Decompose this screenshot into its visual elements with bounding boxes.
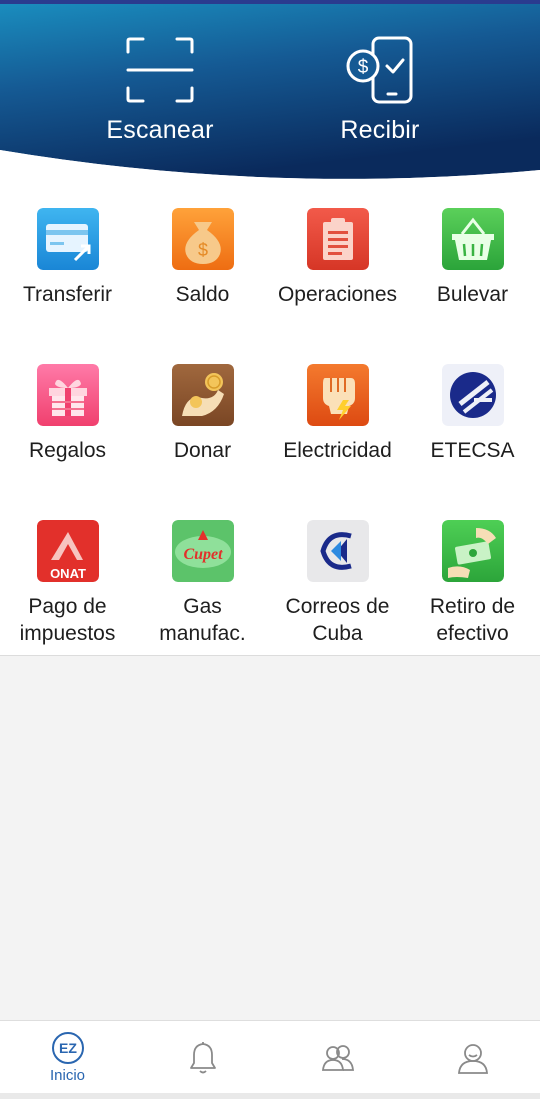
service-regalos[interactable]: Regalos: [0, 346, 135, 496]
scan-button[interactable]: Escanear: [80, 36, 240, 146]
service-saldo[interactable]: $ Saldo: [135, 190, 270, 340]
service-label: Operaciones: [277, 283, 398, 306]
system-nav-strip: [0, 1093, 540, 1099]
svg-text:$: $: [358, 57, 369, 78]
onat-logo-icon: ONAT: [36, 520, 99, 582]
service-etecsa[interactable]: ETECSA: [405, 346, 540, 496]
receive-button[interactable]: $ Recibir: [300, 36, 460, 146]
service-label: Correos de Cuba: [285, 595, 390, 645]
nav-home[interactable]: EZ Inicio: [0, 1021, 135, 1094]
money-bag-icon: $: [171, 208, 234, 270]
home-icon: EZ: [51, 1032, 84, 1064]
nav-profile[interactable]: [405, 1021, 540, 1094]
service-electricidad[interactable]: Electricidad: [270, 346, 405, 496]
service-gas[interactable]: Cupet Gas manufac.: [135, 502, 270, 652]
nav-contacts[interactable]: [270, 1021, 405, 1094]
contacts-icon: [321, 1045, 354, 1071]
correos-logo-icon: [306, 520, 369, 582]
nav-notifications[interactable]: [135, 1021, 270, 1094]
service-label: Saldo: [175, 283, 230, 306]
status-bar-line: [0, 0, 540, 4]
service-label: Retiro de efectivo: [429, 595, 516, 645]
transfer-card-icon: [36, 208, 99, 270]
nav-home-label: Inicio: [49, 1067, 86, 1084]
service-label: ETECSA: [430, 439, 515, 462]
header-banner: Escanear $ Recibir: [0, 0, 540, 200]
service-label: Transferir: [22, 283, 113, 306]
clipboard-icon: [306, 208, 369, 270]
bell-icon: [189, 1042, 216, 1074]
service-label: Regalos: [28, 439, 107, 462]
service-label: Bulevar: [436, 283, 509, 306]
receive-money-icon: $: [346, 36, 413, 104]
svg-text:$: $: [197, 240, 207, 260]
service-label: Gas manufac.: [159, 595, 246, 645]
electric-fist-icon: [306, 364, 369, 426]
service-pago-impuestos[interactable]: ONAT Pago de impuestos: [0, 502, 135, 652]
receive-label: Recibir: [340, 116, 420, 144]
home-icon-text: EZ: [59, 1040, 77, 1056]
service-transferir[interactable]: Transferir: [0, 190, 135, 340]
service-donar[interactable]: Donar: [135, 346, 270, 496]
service-label: Donar: [173, 439, 232, 462]
etecsa-logo-icon: [441, 364, 504, 426]
scan-label: Escanear: [106, 116, 214, 144]
bottom-navigation: EZ Inicio: [0, 1020, 540, 1093]
scan-icon: [126, 37, 194, 103]
gift-icon: [36, 364, 99, 426]
services-grid: Transferir $ Saldo Operaciones Bulevar R…: [0, 190, 540, 656]
donate-hand-icon: [171, 364, 234, 426]
cash-withdraw-icon: [441, 520, 504, 582]
onat-text: ONAT: [50, 566, 86, 581]
service-operaciones[interactable]: Operaciones: [270, 190, 405, 340]
service-retiro-efectivo[interactable]: Retiro de efectivo: [405, 502, 540, 652]
service-label: Pago de impuestos: [19, 595, 116, 645]
service-correos[interactable]: Correos de Cuba: [270, 502, 405, 652]
service-bulevar[interactable]: Bulevar: [405, 190, 540, 340]
cupet-logo-icon: Cupet: [171, 520, 234, 582]
service-label: Electricidad: [283, 439, 392, 462]
cupet-text: Cupet: [183, 546, 223, 563]
profile-icon: [457, 1044, 488, 1074]
shopping-basket-icon: [441, 208, 504, 270]
